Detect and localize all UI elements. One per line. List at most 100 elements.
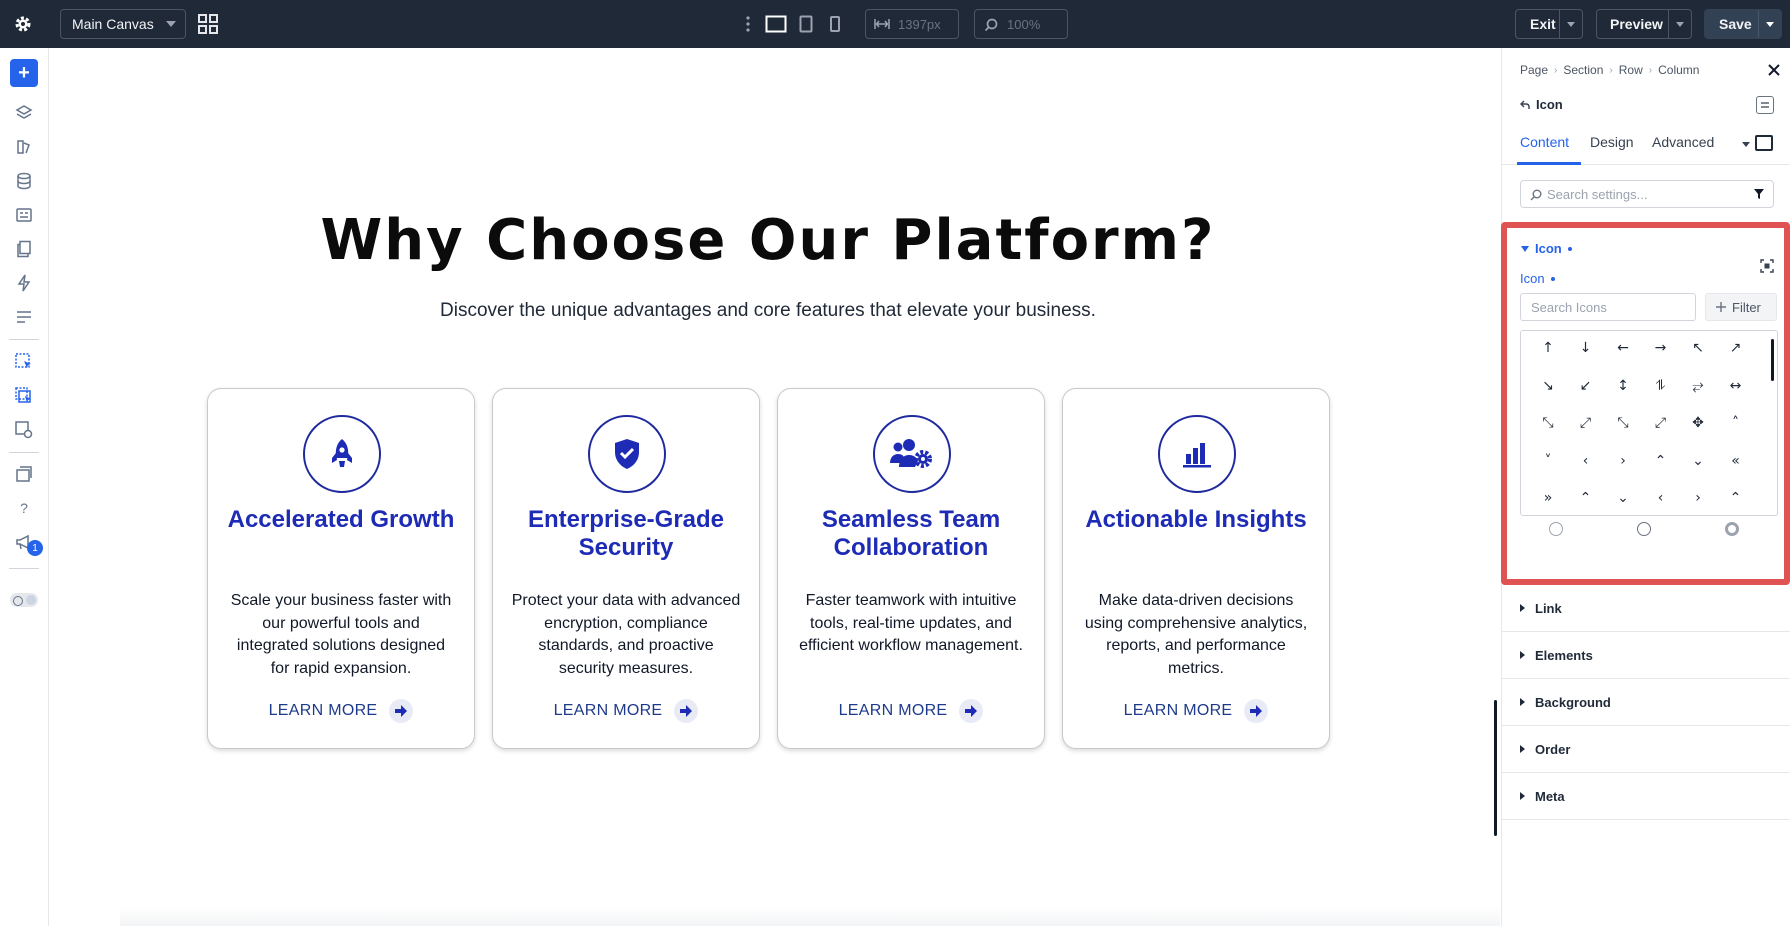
- feature-card[interactable]: Enterprise-Grade Security Protect your d…: [492, 388, 760, 749]
- tab-design[interactable]: Design: [1590, 134, 1634, 150]
- library-icon[interactable]: [12, 462, 36, 486]
- icon-option[interactable]: ↗: [1717, 333, 1755, 363]
- preview-frame-icon[interactable]: [1755, 135, 1773, 151]
- settings-gear-icon[interactable]: [12, 13, 34, 35]
- icon-option[interactable]: «: [1717, 446, 1755, 476]
- icon-option[interactable]: ⌄: [1679, 446, 1717, 476]
- icon-option[interactable]: ↖: [1679, 333, 1717, 363]
- section-background[interactable]: Background: [1502, 679, 1790, 726]
- learn-more-link[interactable]: LEARN MORE: [1063, 699, 1329, 723]
- desktop-view-icon[interactable]: [764, 13, 788, 35]
- module-options-icon[interactable]: [1756, 96, 1774, 114]
- icon-section-toggle[interactable]: Icon: [1521, 241, 1572, 256]
- icon-option[interactable]: ↑: [1529, 333, 1567, 363]
- theme-builder-icon[interactable]: [12, 135, 36, 159]
- tabs-chevron-down-icon[interactable]: [1742, 142, 1750, 147]
- section-link[interactable]: Link: [1502, 585, 1790, 632]
- icon-option[interactable]: ˄: [1717, 408, 1755, 438]
- exit-button[interactable]: Exit: [1515, 9, 1583, 39]
- learn-more-link[interactable]: LEARN MORE: [493, 699, 759, 723]
- icon-option[interactable]: ⤢: [1567, 408, 1605, 438]
- icon-option[interactable]: ‹: [1567, 446, 1605, 476]
- tablet-view-icon[interactable]: [794, 13, 818, 35]
- breadcrumb-section[interactable]: Section: [1563, 63, 1603, 77]
- icon-option[interactable]: ↔: [1717, 371, 1755, 401]
- circle-icon[interactable]: [1549, 522, 1563, 536]
- bar-chart-icon[interactable]: [1158, 415, 1236, 493]
- back-arrow-icon[interactable]: [1520, 100, 1530, 110]
- team-gear-icon[interactable]: [873, 415, 951, 493]
- icon-option[interactable]: ⌃: [1717, 483, 1755, 513]
- icon-option[interactable]: ⌃: [1567, 483, 1605, 513]
- filter-funnel-icon[interactable]: [1753, 188, 1765, 200]
- icon-option[interactable]: →: [1642, 333, 1680, 363]
- feature-card[interactable]: Actionable Insights Make data-driven dec…: [1062, 388, 1330, 749]
- icon-option[interactable]: ⤡: [1529, 408, 1567, 438]
- icon-option[interactable]: ↘: [1529, 371, 1567, 401]
- grid-layout-icon[interactable]: [196, 12, 220, 36]
- preview-chevron-down-icon[interactable]: [1676, 22, 1684, 27]
- rocket-icon[interactable]: [303, 415, 381, 493]
- icon-grid-scrollbar[interactable]: [1771, 339, 1774, 381]
- icon-search-input[interactable]: Search Icons: [1520, 293, 1696, 321]
- breadcrumb-page[interactable]: Page: [1520, 63, 1548, 77]
- section-headline[interactable]: Why Choose Our Platform?: [50, 208, 1486, 273]
- icon-option[interactable]: ←: [1604, 333, 1642, 363]
- canvas-select[interactable]: Main Canvas: [60, 9, 186, 39]
- form-icon[interactable]: [12, 203, 36, 227]
- section-meta[interactable]: Meta: [1502, 773, 1790, 820]
- preview-button[interactable]: Preview: [1596, 9, 1692, 39]
- icon-option[interactable]: ↓: [1567, 333, 1605, 363]
- section-elements[interactable]: Elements: [1502, 632, 1790, 679]
- breadcrumb-column[interactable]: Column: [1658, 63, 1699, 77]
- icon-option[interactable]: ✥: [1679, 408, 1717, 438]
- breadcrumb-row[interactable]: Row: [1619, 63, 1643, 77]
- multi-select-icon[interactable]: [12, 384, 36, 408]
- tab-advanced[interactable]: Advanced: [1652, 134, 1714, 150]
- phone-view-icon[interactable]: [823, 13, 847, 35]
- dark-mode-toggle[interactable]: [10, 593, 38, 607]
- exit-chevron-down-icon[interactable]: [1567, 22, 1575, 27]
- save-chevron-down-icon[interactable]: [1766, 22, 1774, 27]
- icon-option[interactable]: ⥮: [1642, 371, 1680, 401]
- database-icon[interactable]: [12, 169, 36, 193]
- settings-search-input[interactable]: Search settings...: [1520, 180, 1774, 208]
- save-button[interactable]: Save: [1704, 9, 1782, 39]
- tab-content[interactable]: Content: [1520, 134, 1569, 150]
- lightning-icon[interactable]: [12, 271, 36, 295]
- icon-option[interactable]: ↕: [1604, 371, 1642, 401]
- learn-more-link[interactable]: LEARN MORE: [778, 699, 1044, 723]
- learn-more-link[interactable]: LEARN MORE: [208, 699, 474, 723]
- help-icon[interactable]: ?: [12, 496, 36, 520]
- icon-option[interactable]: ⌃: [1642, 446, 1680, 476]
- icon-option[interactable]: ˅: [1529, 446, 1567, 476]
- icon-option[interactable]: ↙: [1567, 371, 1605, 401]
- icon-option[interactable]: ⌄: [1604, 483, 1642, 513]
- list-settings-icon[interactable]: [12, 305, 36, 329]
- canvas-scrollbar[interactable]: [1494, 700, 1497, 836]
- icon-option[interactable]: ⤢: [1642, 408, 1680, 438]
- focus-frame-icon[interactable]: [1760, 259, 1774, 273]
- close-icon[interactable]: [1767, 63, 1783, 79]
- icon-option[interactable]: ›: [1679, 483, 1717, 513]
- feature-card[interactable]: Seamless Team Collaboration Faster teamw…: [777, 388, 1045, 749]
- icon-option[interactable]: ›: [1604, 446, 1642, 476]
- shield-check-icon[interactable]: [588, 415, 666, 493]
- cursor-select-icon[interactable]: [12, 350, 36, 374]
- pages-icon[interactable]: [12, 237, 36, 261]
- more-vertical-icon[interactable]: [740, 14, 756, 34]
- icon-filter-button[interactable]: Filter: [1705, 293, 1777, 321]
- section-order[interactable]: Order: [1502, 726, 1790, 773]
- section-subheadline[interactable]: Discover the unique advantages and core …: [50, 300, 1486, 322]
- circle-icon[interactable]: [1637, 522, 1651, 536]
- icon-option[interactable]: ‹: [1642, 483, 1680, 513]
- layers-icon[interactable]: [12, 101, 36, 125]
- layout-search-icon[interactable]: [12, 418, 36, 442]
- icon-option[interactable]: ⤡: [1604, 408, 1642, 438]
- icon-option[interactable]: »: [1529, 483, 1567, 513]
- zoom-field[interactable]: 100%: [974, 9, 1068, 39]
- icon-option[interactable]: ⥂: [1679, 371, 1717, 401]
- canvas-width-field[interactable]: 1397px: [865, 9, 959, 39]
- add-element-button[interactable]: +: [10, 59, 38, 87]
- feature-card[interactable]: Accelerated Growth Scale your business f…: [207, 388, 475, 749]
